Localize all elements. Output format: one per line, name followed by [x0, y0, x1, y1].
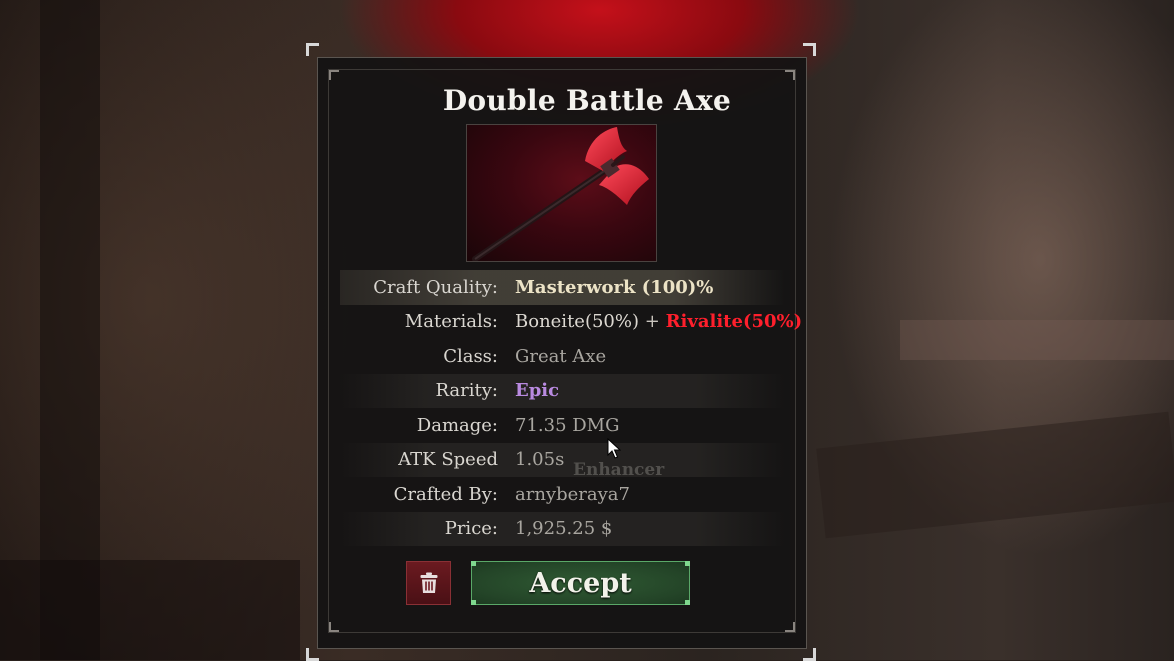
accept-button[interactable]: Accept: [471, 561, 690, 605]
stat-row-rarity: Rarity: Epic: [340, 373, 785, 408]
item-title: Double Battle Axe: [442, 84, 732, 117]
stat-value-crafted-by: arnyberaya7: [515, 483, 630, 505]
stat-label: Damage:: [416, 414, 498, 436]
item-stats-list: Craft Quality: Masterwork (100)% Materia…: [340, 270, 802, 546]
material-separator: +: [644, 311, 660, 333]
material-boneite: Boneite(50%): [515, 311, 640, 333]
stat-label: ATK Speed: [398, 449, 498, 471]
stat-row-damage: Damage: 71.35 DMG: [340, 408, 785, 443]
stat-value-materials: Boneite(50%) + Rivalite(50%): [515, 311, 802, 332]
mouse-cursor-icon: [607, 438, 621, 459]
stat-label: Price:: [444, 518, 498, 540]
accept-button-label: Accept: [529, 567, 632, 599]
stat-label: Crafted By:: [393, 483, 498, 505]
stat-row-craft-quality: Craft Quality: Masterwork (100)%: [340, 270, 785, 305]
background-enhancer-label: Enhancer: [573, 460, 665, 480]
stat-value-class: Great Axe: [515, 345, 607, 367]
stat-row-atk-speed: ATK Speed 1.05s: [340, 442, 785, 477]
stat-value-rarity: Epic: [515, 380, 560, 402]
stat-label: Class:: [443, 345, 498, 367]
stat-value-atk-speed: 1.05s: [515, 449, 565, 471]
stat-row-class: Class: Great Axe: [340, 339, 785, 374]
stat-label: Craft Quality:: [373, 276, 498, 298]
stat-value-damage: 71.35 DMG: [515, 414, 620, 436]
stat-value-price: 1,925.25 $: [515, 518, 613, 540]
item-image: [466, 124, 657, 262]
stat-row-crafted-by: Crafted By: arnyberaya7: [340, 477, 785, 512]
material-rivalite: Rivalite(50%): [665, 311, 803, 333]
stat-value-craft-quality: Masterwork (100)%: [515, 276, 714, 298]
trash-icon: [420, 572, 437, 593]
double-battle-axe-icon: [472, 127, 649, 261]
stat-row-materials: Materials: Boneite(50%) + Rivalite(50%): [340, 305, 802, 340]
stat-label: Rarity:: [435, 380, 498, 402]
stat-row-price: Price: 1,925.25 $: [340, 511, 785, 546]
delete-button[interactable]: [406, 561, 451, 605]
stat-label: Materials:: [404, 311, 498, 333]
